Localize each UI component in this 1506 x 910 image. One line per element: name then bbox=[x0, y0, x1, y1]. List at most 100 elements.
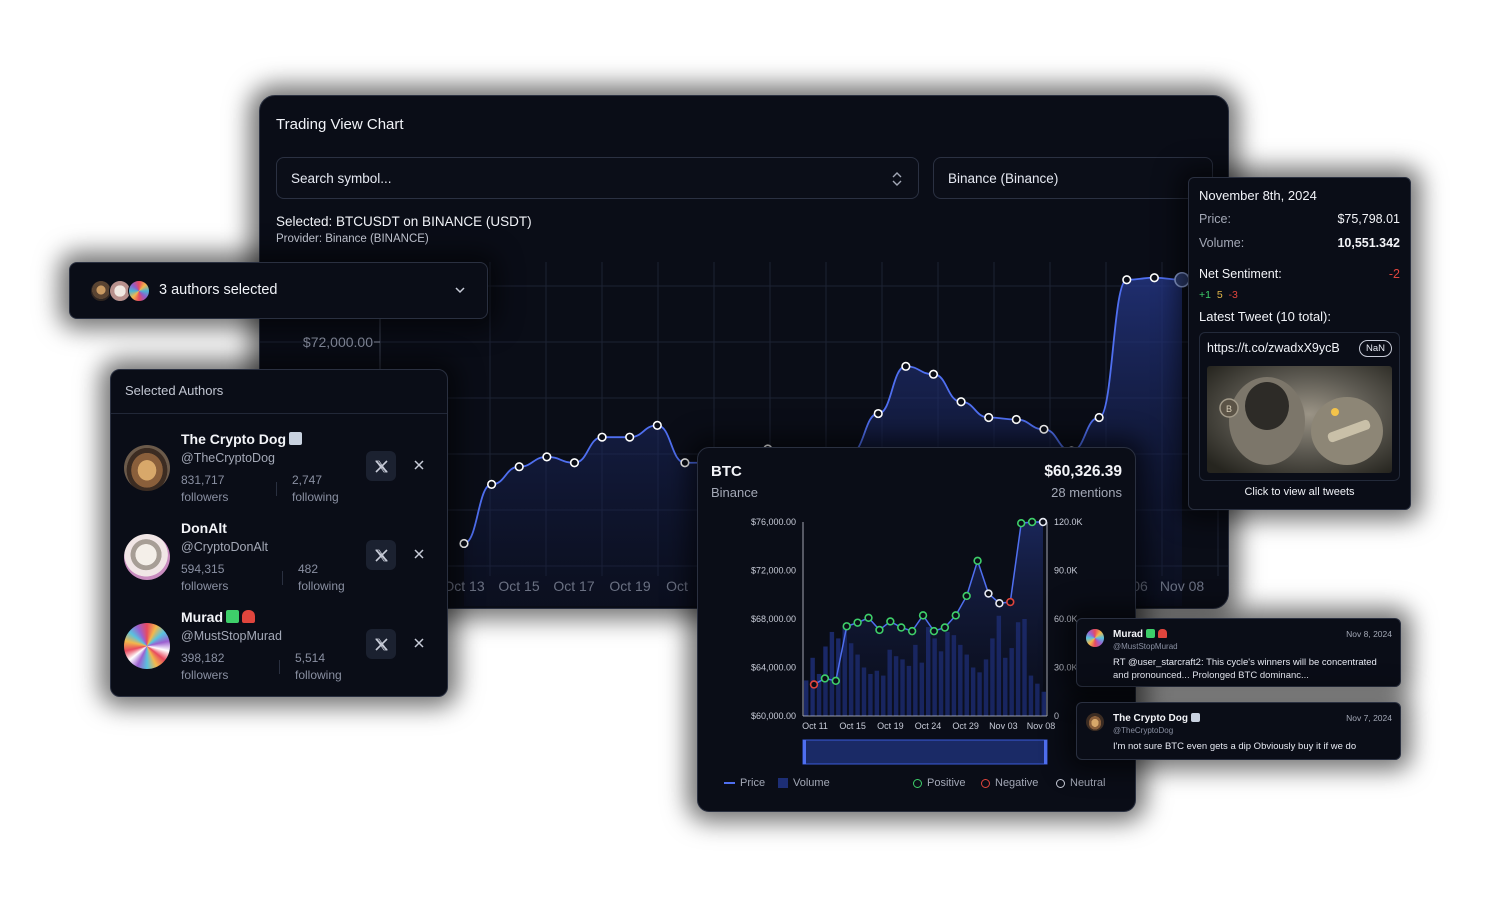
divider bbox=[111, 413, 447, 414]
legend-bar-swatch bbox=[778, 778, 788, 788]
price-point[interactable] bbox=[873, 408, 883, 419]
tweet-author-name: The Crypto Dog bbox=[1113, 713, 1200, 724]
btc-y-tick-label: $76,000.00 bbox=[751, 517, 796, 527]
price-point[interactable] bbox=[1122, 275, 1132, 285]
close-icon[interactable] bbox=[411, 457, 427, 473]
selected-authors-panel: Selected Authors The Crypto Dog @TheCryp… bbox=[110, 369, 448, 697]
price-point[interactable] bbox=[1094, 412, 1104, 423]
sentiment-point[interactable] bbox=[1006, 597, 1015, 607]
price-point[interactable] bbox=[984, 412, 994, 423]
x-profile-button[interactable] bbox=[366, 629, 396, 659]
chevron-down-icon bbox=[455, 287, 465, 294]
exchange-select[interactable]: Binance (Binance) bbox=[933, 157, 1213, 199]
close-icon[interactable] bbox=[411, 546, 427, 562]
symbol-search-input[interactable] bbox=[291, 170, 851, 186]
x-tick-label: Oct 13 bbox=[443, 578, 484, 594]
sentiment-point[interactable] bbox=[875, 625, 884, 635]
btc-x-tick-label: Oct 15 bbox=[839, 721, 866, 731]
avatar bbox=[128, 280, 150, 302]
x-profile-button[interactable] bbox=[366, 540, 396, 570]
sentiment-point[interactable] bbox=[886, 617, 895, 626]
price-point[interactable] bbox=[514, 462, 524, 472]
close-icon[interactable] bbox=[411, 635, 427, 651]
followers-stat: 831,717 followers bbox=[181, 473, 229, 504]
sentiment-point[interactable] bbox=[940, 623, 950, 632]
sentiment-point[interactable] bbox=[918, 611, 928, 620]
avatar bbox=[1086, 629, 1104, 647]
sentiment-point[interactable] bbox=[995, 599, 1004, 608]
price-point[interactable] bbox=[956, 397, 966, 407]
price-point[interactable] bbox=[680, 458, 690, 468]
sentiment-point[interactable] bbox=[973, 556, 982, 566]
avatar bbox=[124, 534, 170, 580]
tweet-image: B bbox=[1207, 366, 1392, 473]
x-logo-icon bbox=[374, 637, 388, 651]
price-point[interactable] bbox=[569, 458, 580, 468]
sentiment-point[interactable] bbox=[820, 674, 830, 683]
sentiment-point[interactable] bbox=[929, 626, 939, 636]
price-point[interactable] bbox=[1011, 414, 1021, 425]
sentiment-point[interactable] bbox=[962, 591, 971, 601]
sentiment-point[interactable] bbox=[951, 611, 960, 620]
provider-text: Provider: Binance (BINANCE) bbox=[276, 233, 429, 245]
sentiment-point[interactable] bbox=[984, 589, 993, 598]
x-tick-label: Oct 17 bbox=[553, 578, 594, 594]
sentiment-point[interactable] bbox=[1038, 517, 1048, 527]
x-tick-label: Oct bbox=[666, 578, 688, 594]
legend-positive: Positive bbox=[913, 777, 966, 789]
tweet-date: Nov 8, 2024 bbox=[1346, 629, 1392, 639]
legend-neutral: Neutral bbox=[1056, 777, 1105, 789]
sentiment-point[interactable] bbox=[864, 613, 873, 622]
x-profile-button[interactable] bbox=[366, 451, 396, 481]
brush-handle-right[interactable] bbox=[1044, 740, 1047, 764]
sentiment-point[interactable] bbox=[809, 680, 819, 689]
tweet-author-name: Murad bbox=[1113, 629, 1167, 640]
sentiment-point[interactable] bbox=[1027, 517, 1037, 527]
tweet-card[interactable]: Murad @MustStopMurad Nov 8, 2024 RT @use… bbox=[1076, 618, 1401, 687]
btc-x-tick-label: Oct 11 bbox=[802, 721, 828, 731]
price-point[interactable] bbox=[459, 538, 469, 549]
x-logo-icon bbox=[374, 459, 388, 473]
tweet-link[interactable]: https://t.co/zwadxX9ycB bbox=[1207, 341, 1340, 355]
btc-y2-tick-label: 30.0K bbox=[1054, 663, 1078, 673]
legend-negative: Negative bbox=[981, 777, 1038, 789]
avatar-stack bbox=[90, 280, 152, 302]
price-point[interactable] bbox=[1039, 424, 1049, 434]
sentiment-point[interactable] bbox=[842, 622, 851, 631]
btc-price-area bbox=[814, 522, 1043, 716]
sentiment-point[interactable] bbox=[907, 626, 917, 636]
view-all-tweets-link[interactable]: Click to view all tweets bbox=[1189, 486, 1410, 498]
btc-x-tick-label: Oct 24 bbox=[915, 721, 942, 731]
price-point[interactable] bbox=[1149, 273, 1159, 283]
btc-brush[interactable] bbox=[802, 739, 1048, 765]
chart-tooltip: November 8th, 2024 Price: $75,798.01 Volu… bbox=[1188, 177, 1411, 510]
price-point[interactable] bbox=[597, 432, 607, 442]
tweet-text: RT @user_starcraft2: This cycle's winner… bbox=[1113, 657, 1377, 681]
author-handle: @CryptoDonAlt bbox=[181, 540, 269, 554]
price-point[interactable] bbox=[1174, 271, 1190, 288]
sentiment-point[interactable] bbox=[831, 676, 841, 686]
following-stat: 2,747 following bbox=[292, 473, 339, 504]
price-point[interactable] bbox=[928, 369, 939, 379]
author-name: Murad bbox=[181, 609, 255, 625]
price-point[interactable] bbox=[542, 452, 552, 462]
brush-handle-left[interactable] bbox=[803, 740, 806, 764]
stat-separator bbox=[282, 571, 283, 585]
tweet-author-handle: @TheCryptoDog bbox=[1113, 726, 1174, 735]
latest-tweet-card[interactable]: https://t.co/zwadxX9ycB NaN B bbox=[1199, 332, 1400, 481]
authors-dropdown[interactable]: 3 authors selected bbox=[69, 262, 488, 319]
price-point[interactable] bbox=[625, 432, 635, 442]
sentiment-point[interactable] bbox=[897, 623, 906, 632]
stat-separator bbox=[279, 660, 280, 674]
legend-line-swatch bbox=[724, 782, 735, 784]
price-point[interactable] bbox=[487, 479, 497, 490]
btc-price-volume-chart[interactable]: $76,000.00 $72,000.00 $68,000.00 $64,000.00… bbox=[698, 448, 1135, 773]
sentiment-point[interactable] bbox=[853, 618, 862, 627]
price-point[interactable] bbox=[901, 361, 911, 371]
tweet-card[interactable]: The Crypto Dog @TheCryptoDog Nov 7, 2024… bbox=[1076, 702, 1401, 760]
price-point[interactable] bbox=[652, 420, 662, 430]
symbol-search-field[interactable] bbox=[276, 157, 919, 199]
author-row: The Crypto Dog @TheCryptoDog 831,717 foll… bbox=[111, 430, 447, 519]
sentiment-point[interactable] bbox=[1016, 519, 1026, 528]
positive-dot-icon bbox=[913, 778, 922, 788]
